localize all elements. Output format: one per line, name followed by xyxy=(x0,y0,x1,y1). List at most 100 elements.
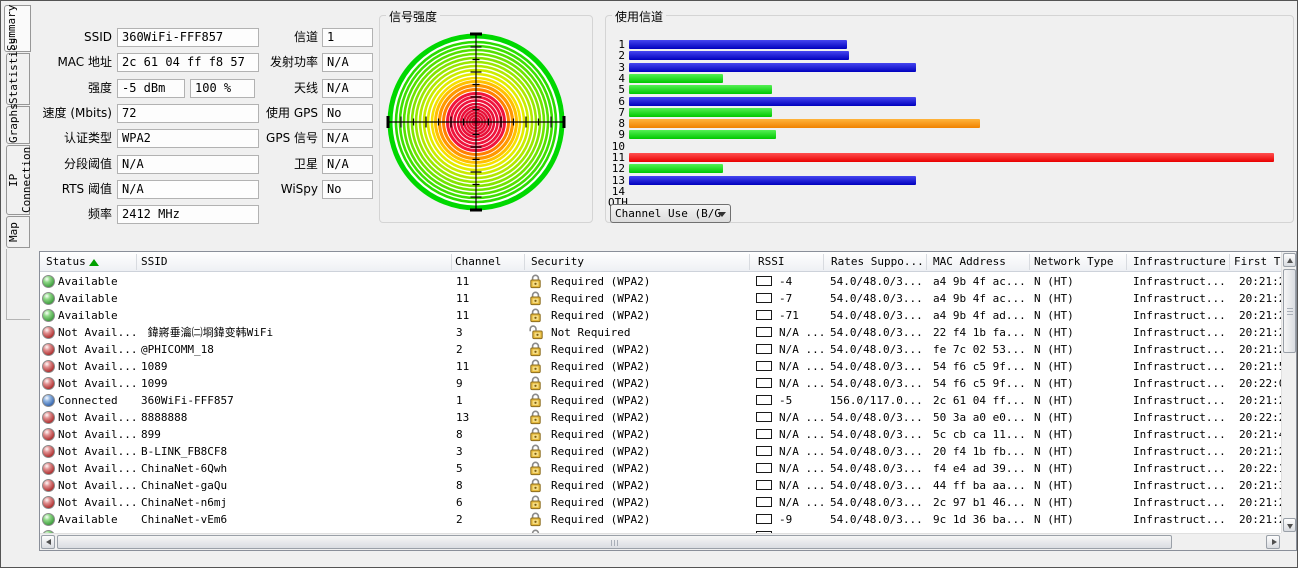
channel-bar xyxy=(629,130,776,140)
channel-label: 12 xyxy=(611,162,625,176)
field-value[interactable]: N/A xyxy=(322,53,373,73)
network-row[interactable]: Available 11 xyxy=(40,307,1281,324)
ssid-cell xyxy=(141,273,449,290)
status-ball-icon xyxy=(42,343,55,356)
network-row[interactable]: Not Avail... 鍏嶈垂瀹㈡埛鍏变韩WiFi 3 Not Require… xyxy=(40,324,1281,341)
form-field-row: 信道 1 xyxy=(32,28,377,47)
field-value[interactable]: 2412 MHz xyxy=(117,205,259,225)
channel-bar xyxy=(629,153,1274,162)
channel-bar-track xyxy=(629,40,1287,49)
first-time-cell: 20:21:2 xyxy=(1239,275,1281,288)
field-value[interactable]: No xyxy=(322,103,373,123)
horizontal-scrollbar[interactable] xyxy=(40,533,1281,550)
rates-cell: 54.0/48.0/3... xyxy=(830,513,923,526)
vertical-scroll-thumb[interactable] xyxy=(1283,269,1296,353)
scroll-down-button[interactable] xyxy=(1283,518,1296,532)
first-time-cell: 20:21:3 xyxy=(1239,479,1281,492)
status-ball-icon xyxy=(42,462,55,475)
network-row[interactable]: Not Avail... 1099 9 Required (WPA2) N/A … xyxy=(40,375,1281,392)
scroll-up-button[interactable] xyxy=(1283,253,1296,267)
channel-cell: 11 xyxy=(456,309,470,322)
rssi-cell: N/A ... xyxy=(779,360,826,373)
field-value[interactable]: N/A xyxy=(322,129,373,149)
network-row[interactable]: Not Avail... B-LINK_FB8CF8 3 Required (W… xyxy=(40,443,1281,460)
status-cell: Not Avail... xyxy=(58,411,138,424)
rates-cell: 54.0/48.0/3... xyxy=(830,411,923,424)
security-cell: Required (WPA2) xyxy=(551,377,651,390)
side-tab[interactable]: Map xyxy=(6,216,30,248)
channel-bar-row: 10 xyxy=(608,141,1287,152)
network-type-cell: N (HT) xyxy=(1034,428,1074,441)
mac-address-cell: 50 3a a0 e0... xyxy=(933,411,1026,424)
status-ball-icon xyxy=(42,275,55,288)
channel-use-dropdown[interactable]: Channel Use (B/G xyxy=(610,204,731,223)
network-row[interactable]: Available 11 xyxy=(40,290,1281,307)
rssi-bar-icon xyxy=(756,344,772,354)
channel-bar-track xyxy=(629,51,1287,61)
rates-cell: 54.0/48.0/3... xyxy=(830,343,923,356)
network-row[interactable]: Not Avail... 899 8 Required (WPA2) N/A .… xyxy=(40,426,1281,443)
network-type-cell: N (HT) xyxy=(1034,479,1074,492)
field-label: GPS 信号 xyxy=(266,131,318,146)
status-cell: Not Avail... xyxy=(58,360,138,373)
field-label: 卫星 xyxy=(293,156,318,171)
security-cell: Required (WPA2) xyxy=(551,394,651,407)
field-value[interactable]: 1 xyxy=(322,28,373,47)
network-row[interactable]: Available 11 xyxy=(40,273,1281,290)
rates-cell: 54.0/48.0/3... xyxy=(830,428,923,441)
infrastructure-cell: Infrastruct... xyxy=(1133,428,1226,441)
scroll-right-button[interactable] xyxy=(1266,535,1280,549)
app-window: Summary Statistics Graphs IP Connection … xyxy=(0,0,1298,568)
status-cell: Available xyxy=(58,309,118,322)
vertical-scrollbar[interactable] xyxy=(1281,252,1296,533)
security-cell: Required (WPA2) xyxy=(551,411,651,424)
channel-label: 5 xyxy=(618,83,625,97)
network-row[interactable]: Not Avail... ChinaNet-6Qwh 5 Required (W… xyxy=(40,460,1281,477)
network-row[interactable]: Available ChinaNet-vEm6 2 Required (WPA2… xyxy=(40,511,1281,528)
field-value[interactable]: N/A xyxy=(322,78,373,98)
scroll-left-button[interactable] xyxy=(41,535,55,549)
network-row[interactable]: Not Avail... 1089 11 Required (WPA2) N/A… xyxy=(40,358,1281,375)
channel-bar-row: 12 xyxy=(608,162,1287,176)
network-type-cell: N (HT) xyxy=(1034,377,1074,390)
mac-address-cell: 54 f6 c5 9f... xyxy=(933,360,1026,373)
status-ball-icon xyxy=(42,326,55,339)
form-field-row: WiSpy No xyxy=(32,179,377,199)
network-row[interactable]: Connected 360WiFi-FFF857 1 Required (WPA… xyxy=(40,392,1281,409)
status-ball-icon xyxy=(42,394,55,407)
network-row[interactable]: Not Avail... ChinaNet-gaQu 8 Required (W… xyxy=(40,477,1281,494)
rssi-cell: -4 xyxy=(779,275,793,288)
status-ball-icon xyxy=(42,445,55,458)
network-row[interactable]: Not Avail... 8888888 13 Required (WPA2) … xyxy=(40,409,1281,426)
channel-label: 9 xyxy=(618,128,625,142)
rssi-bar-icon xyxy=(756,327,772,337)
status-ball-icon xyxy=(42,292,55,305)
status-ball-icon xyxy=(42,513,55,526)
security-cell: Required (WPA2) xyxy=(551,428,651,441)
side-tab[interactable]: IP Connection xyxy=(6,145,33,215)
first-time-cell: 20:22:1 xyxy=(1239,462,1281,475)
status-ball-icon xyxy=(42,411,55,424)
channel-bar-row: 3 xyxy=(608,62,1287,73)
network-row[interactable]: Not Avail... ChinaNet-n6mj 6 Required (W… xyxy=(40,494,1281,511)
field-value[interactable]: N/A xyxy=(322,154,373,174)
channel-bar-track xyxy=(629,62,1287,72)
first-time-cell: 20:21:2 xyxy=(1239,513,1281,526)
field-value[interactable]: No xyxy=(322,179,373,199)
rates-cell: 54.0/48.0/3... xyxy=(830,445,923,458)
field-label: 频率 xyxy=(87,207,112,222)
side-tab[interactable]: Statistics xyxy=(6,38,30,105)
channel-cell: 11 xyxy=(456,275,470,288)
rssi-bar-icon xyxy=(756,514,772,524)
channel-bar xyxy=(629,40,847,49)
infrastructure-cell: Infrastruct... xyxy=(1133,326,1226,339)
horizontal-scroll-thumb[interactable] xyxy=(57,535,1172,549)
form-field-row: 卫星 N/A xyxy=(32,154,377,174)
ssid-cell: ChinaNet-vEm6 xyxy=(141,513,228,526)
chevron-down-icon xyxy=(718,212,726,217)
side-tab[interactable]: Graphs xyxy=(6,103,30,144)
network-type-cell: N (HT) xyxy=(1034,326,1074,339)
rssi-bar-icon xyxy=(756,480,772,490)
channel-bar-row: 9 xyxy=(608,128,1287,142)
network-row[interactable]: Not Avail... @PHICOMM_18 2 Required (WPA… xyxy=(40,341,1281,358)
